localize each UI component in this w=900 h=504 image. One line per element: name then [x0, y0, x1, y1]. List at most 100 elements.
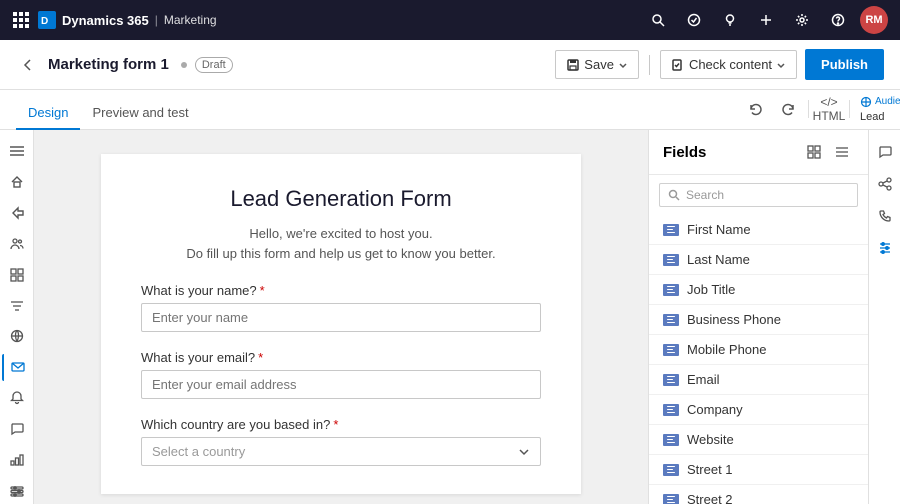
check-content-button[interactable]: Check content	[660, 50, 797, 79]
field-list: First Name Last Name Job Title	[649, 215, 868, 504]
field-label: Mobile Phone	[687, 342, 767, 357]
field-item[interactable]: Street 2	[649, 485, 868, 504]
save-button[interactable]: Save	[555, 50, 639, 79]
grid-icon[interactable]	[12, 11, 30, 29]
field-type-icon	[663, 404, 679, 416]
field-item[interactable]: Street 1	[649, 455, 868, 485]
config-sidebar-icon[interactable]	[2, 477, 32, 504]
top-nav: D Dynamics 365 | Marketing RM	[0, 0, 900, 40]
country-field-label: Which country are you based in?*	[141, 417, 541, 432]
tabs-bar: Design Preview and test </> HTML Audienc…	[0, 90, 900, 130]
help-icon[interactable]	[824, 6, 852, 34]
segment-sidebar-icon[interactable]	[2, 261, 32, 288]
html-button[interactable]: </> HTML	[815, 95, 843, 123]
far-right-panel	[868, 130, 900, 504]
lead-label: Lead	[860, 111, 884, 123]
toolbar-divider2	[849, 100, 850, 118]
save-label: Save	[584, 57, 614, 72]
panel-list-btn[interactable]	[830, 140, 854, 164]
html-label: </> HTML	[813, 95, 846, 123]
add-icon[interactable]	[752, 6, 780, 34]
field-item[interactable]: Business Phone	[649, 305, 868, 335]
form-title: Marketing form 1	[48, 56, 169, 73]
settings-icon[interactable]	[788, 6, 816, 34]
email-input[interactable]	[141, 370, 541, 399]
home-sidebar-icon[interactable]	[2, 169, 32, 196]
field-label: Job Title	[687, 282, 735, 297]
back-button[interactable]	[16, 53, 40, 77]
field-type-icon	[663, 314, 679, 326]
fields-title: Fields	[663, 144, 706, 161]
check-content-label: Check content	[689, 57, 772, 72]
field-type-icon	[663, 434, 679, 446]
search-box[interactable]	[659, 183, 858, 207]
properties-icon[interactable]	[871, 234, 899, 262]
field-label: Last Name	[687, 252, 750, 267]
module-name: Marketing	[164, 13, 217, 27]
phone-icon[interactable]	[871, 202, 899, 230]
undo-button[interactable]	[742, 95, 770, 123]
name-input[interactable]	[141, 303, 541, 332]
hamburger-icon[interactable]	[2, 138, 32, 165]
field-label: Email	[687, 372, 720, 387]
name-field-label: What is your name?*	[141, 283, 541, 298]
field-label: Website	[687, 432, 734, 447]
subtitle-line1: Hello, we're excited to host you.	[141, 224, 541, 244]
fields-panel-header: Fields	[649, 130, 868, 175]
field-label: Business Phone	[687, 312, 781, 327]
country-placeholder: Select a country	[152, 444, 245, 459]
audience-button[interactable]: Audience Lead	[856, 96, 884, 123]
main-area: Lead Generation Form Hello, we're excite…	[0, 130, 900, 504]
tasks-icon[interactable]	[680, 6, 708, 34]
field-type-icon	[663, 464, 679, 476]
redo-button[interactable]	[774, 95, 802, 123]
toolbar-divider	[808, 100, 809, 118]
analytics-sidebar-icon[interactable]	[2, 446, 32, 473]
email-field-group: What is your email?*	[141, 350, 541, 399]
sub-header: Marketing form 1 Draft Save Check conten…	[0, 40, 900, 90]
left-sidebar	[0, 130, 34, 504]
subtitle-line2: Do fill up this form and help us get to …	[141, 244, 541, 264]
search-nav-icon[interactable]	[644, 6, 672, 34]
canvas-title: Lead Generation Form	[141, 186, 541, 212]
field-type-icon	[663, 224, 679, 236]
people-sidebar-icon[interactable]	[2, 230, 32, 257]
arrow-sidebar-icon[interactable]	[2, 200, 32, 227]
search-input[interactable]	[686, 188, 849, 202]
field-label: First Name	[687, 222, 751, 237]
canvas-subtitle: Hello, we're excited to host you. Do fil…	[141, 224, 541, 263]
share-icon[interactable]	[871, 170, 899, 198]
publish-button[interactable]: Publish	[805, 49, 884, 80]
field-label: Street 1	[687, 462, 733, 477]
field-type-icon	[663, 284, 679, 296]
field-item[interactable]: First Name	[649, 215, 868, 245]
canvas-area: Lead Generation Form Hello, we're excite…	[34, 130, 648, 504]
field-type-icon	[663, 494, 679, 504]
name-field-group: What is your name?*	[141, 283, 541, 332]
field-item[interactable]: Last Name	[649, 245, 868, 275]
app-logo: D Dynamics 365 | Marketing	[38, 11, 217, 29]
user-avatar[interactable]: RM	[860, 6, 888, 34]
panel-grid-btn[interactable]	[802, 140, 826, 164]
tab-design[interactable]: Design	[16, 97, 80, 130]
field-item[interactable]: Mobile Phone	[649, 335, 868, 365]
field-item[interactable]: Job Title	[649, 275, 868, 305]
notification-sidebar-icon[interactable]	[2, 385, 32, 412]
country-select[interactable]: Select a country	[141, 437, 541, 466]
filter-sidebar-icon[interactable]	[2, 292, 32, 319]
btn-divider	[649, 55, 650, 75]
globe-sidebar-icon[interactable]	[2, 323, 32, 350]
comment-icon[interactable]	[871, 138, 899, 166]
idea-icon[interactable]	[716, 6, 744, 34]
status-dot	[181, 62, 187, 68]
field-item[interactable]: Company	[649, 395, 868, 425]
chat-sidebar-icon[interactable]	[2, 415, 32, 442]
field-type-icon	[663, 374, 679, 386]
email-sidebar-icon[interactable]	[2, 354, 32, 381]
country-field-group: Which country are you based in?* Select …	[141, 417, 541, 466]
field-item[interactable]: Email	[649, 365, 868, 395]
tab-preview[interactable]: Preview and test	[80, 97, 200, 130]
draft-badge: Draft	[195, 57, 233, 73]
field-item[interactable]: Website	[649, 425, 868, 455]
field-label: Street 2	[687, 492, 733, 504]
